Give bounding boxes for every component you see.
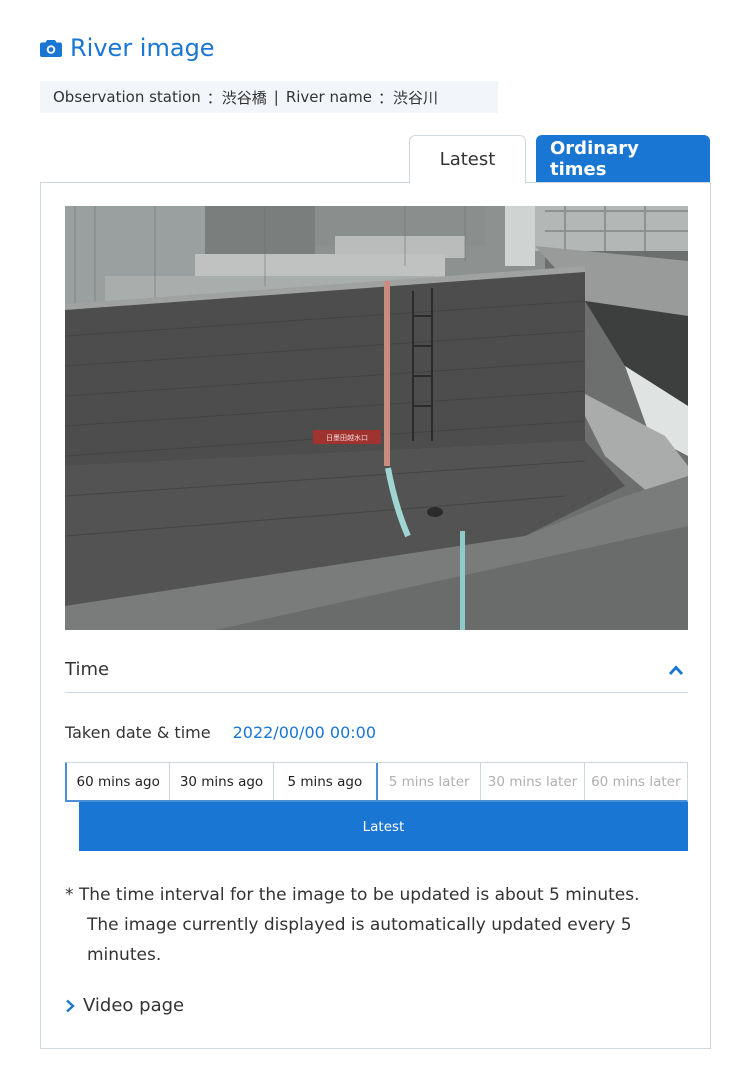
time-5-mins-ago-button[interactable]: 5 mins ago — [273, 763, 378, 800]
camera-icon — [40, 40, 62, 57]
tab-ordinary-times[interactable]: Ordinary times — [536, 135, 710, 183]
river-label: River name — [285, 88, 372, 106]
time-60-mins-ago-button[interactable]: 60 mins ago — [67, 763, 171, 800]
tab-latest[interactable]: Latest — [409, 135, 526, 184]
river-camera-image: 日墨田越水口 — [65, 206, 688, 630]
taken-value: 2022/00/00 00:00 — [232, 723, 376, 742]
note-line-1: * The time interval for the image to be … — [65, 885, 640, 905]
time-navigation-bar: 60 mins ago 30 mins ago 5 mins ago 5 min… — [65, 762, 688, 802]
video-page-link[interactable]: Video page — [65, 995, 184, 1016]
image-panel: 日墨田越水口 Time Taken date & time 2022/00/00… — [40, 182, 711, 1049]
note-line-2: The image currently displayed is automat… — [87, 915, 632, 965]
station-info-bar: Observation station ：渋谷橋 | River name ：渋… — [40, 81, 498, 113]
page-title: River image — [40, 34, 215, 62]
river-value: ：渋谷川 — [377, 88, 438, 107]
station-value: ：渋谷橋 — [206, 88, 267, 107]
time-30-mins-ago-button[interactable]: 30 mins ago — [170, 763, 274, 800]
update-note: * The time interval for the image to be … — [65, 880, 685, 970]
time-section-toggle[interactable]: Time — [65, 647, 688, 693]
chevron-up-icon — [668, 664, 684, 675]
time-60-mins-later-button: 60 mins later — [584, 763, 687, 800]
video-page-label: Video page — [83, 995, 185, 1016]
time-30-mins-later-button: 30 mins later — [481, 763, 585, 800]
time-section-title: Time — [65, 659, 110, 680]
chevron-right-icon — [66, 999, 75, 1012]
gauge-sign: 日墨田越水口 — [326, 433, 368, 442]
taken-datetime: Taken date & time 2022/00/00 00:00 — [65, 723, 376, 742]
station-label: Observation station — [53, 88, 201, 106]
image-tabs: Latest Ordinary times — [409, 135, 710, 184]
taken-label: Taken date & time — [65, 723, 211, 742]
title-text: River image — [70, 34, 215, 62]
separator: | — [273, 88, 279, 106]
latest-button[interactable]: Latest — [79, 802, 688, 851]
time-5-mins-later-button: 5 mins later — [377, 763, 482, 800]
